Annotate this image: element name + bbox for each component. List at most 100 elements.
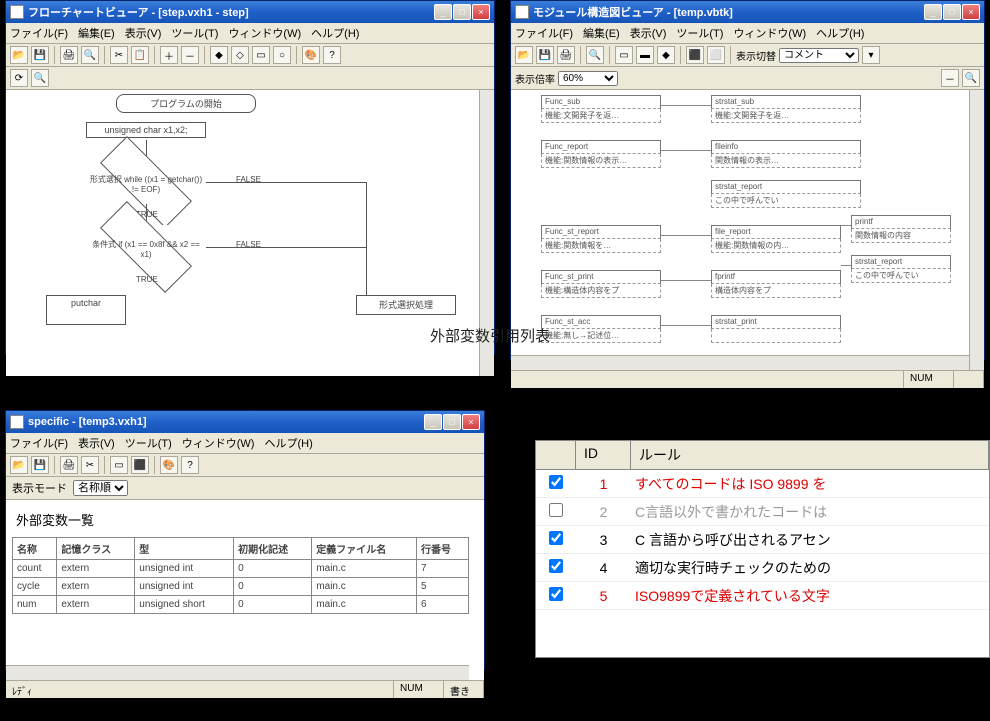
tool-icon[interactable]: ○ [273,46,291,64]
menu-edit[interactable]: 編集(E) [583,25,620,41]
scrollbar-vertical[interactable] [969,90,984,370]
rule-checkbox[interactable] [549,503,563,517]
menu-tools[interactable]: ツール(T) [125,435,172,451]
down-icon[interactable]: ▾ [862,46,880,64]
menu-view[interactable]: 表示(V) [630,25,667,41]
rule-row[interactable]: 3C 言語から呼び出されるアセン [536,526,989,554]
minimize-button[interactable]: _ [424,414,442,430]
find-icon[interactable]: 🔍 [81,46,99,64]
tool-icon[interactable]: ▭ [252,46,270,64]
tool-icon[interactable]: ◇ [231,46,249,64]
flowchart-canvas[interactable]: プログラムの開始 unsigned char x1,x2; 形式選択 while… [6,90,494,376]
col-header[interactable]: 型 [135,538,234,560]
print-icon[interactable]: 🖨 [60,456,78,474]
close-button[interactable]: × [462,414,480,430]
minimize-button[interactable]: _ [924,4,942,20]
rule-checkbox[interactable] [549,531,563,545]
open-icon[interactable]: 📂 [515,46,533,64]
find-icon[interactable]: 🔍 [586,46,604,64]
module-block[interactable]: fileinfo関数情報の表示… [711,140,861,168]
module-block[interactable]: strstat_reportこの中で呼んでい [711,180,861,208]
col-header[interactable]: 名称 [13,538,57,560]
rule-checkbox[interactable] [549,587,563,601]
print-icon[interactable]: 🖨 [557,46,575,64]
maximize-button[interactable]: □ [453,4,471,20]
tool-icon[interactable]: ▭ [615,46,633,64]
menu-tools[interactable]: ツール(T) [676,25,723,41]
menu-file[interactable]: ファイル(F) [515,25,573,41]
close-button[interactable]: × [962,4,980,20]
rule-row[interactable]: 1すべてのコードは ISO 9899 を [536,470,989,498]
scrollbar-horizontal[interactable] [6,665,469,680]
maximize-button[interactable]: □ [943,4,961,20]
menu-view[interactable]: 表示(V) [125,25,162,41]
zoomin-icon[interactable]: 🔍 [962,69,980,87]
menu-view[interactable]: 表示(V) [78,435,115,451]
tool-icon[interactable]: ◆ [657,46,675,64]
cut-icon[interactable]: ✂ [110,46,128,64]
module-canvas[interactable]: Func_sub機能:文開発子を返… strstat_sub機能:文開発子を返… F… [511,90,984,370]
col-header[interactable]: 初期化記述 [234,538,312,560]
menu-window[interactable]: ウィンドウ(W) [733,25,806,41]
save-icon[interactable]: 💾 [536,46,554,64]
col-header[interactable]: 定義ファイル名 [312,538,417,560]
titlebar[interactable]: フローチャートビューア - [step.vxh1 - step] _ □ × [6,1,494,23]
table-row[interactable]: cycleexternunsigned int0main.c5 [13,578,469,596]
maximize-button[interactable]: □ [443,414,461,430]
menu-help[interactable]: ヘルプ(H) [816,25,864,41]
module-block[interactable]: strstat_reportこの中で呼んでい [851,255,951,283]
tool-icon[interactable]: ▬ [636,46,654,64]
col-header[interactable]: 行番号 [416,538,468,560]
zoom-combo[interactable]: 60% [558,71,618,86]
rule-checkbox[interactable] [549,475,563,489]
zoomin-icon[interactable]: ＋ [160,46,178,64]
module-block[interactable]: strstat_print [711,315,841,343]
color-icon[interactable]: 🎨 [302,46,320,64]
module-block[interactable]: file_report機能:関数情報の内… [711,225,841,253]
print-icon[interactable]: 🖨 [60,46,78,64]
tool-icon[interactable]: ✂ [81,456,99,474]
rule-row[interactable]: 4適切な実行時チェックのための [536,554,989,582]
menu-file[interactable]: ファイル(F) [10,435,68,451]
display-combo[interactable]: コメント [779,48,859,63]
open-icon[interactable]: 📂 [10,456,28,474]
zoomout-icon[interactable]: － [181,46,199,64]
menu-file[interactable]: ファイル(F) [10,25,68,41]
titlebar[interactable]: specific - [temp3.vxh1] _ □ × [6,411,484,433]
refresh-icon[interactable]: ⟳ [10,69,28,87]
tool-icon[interactable]: ▭ [110,456,128,474]
menu-help[interactable]: ヘルプ(H) [264,435,312,451]
mode-select[interactable]: 名称順 [73,480,128,496]
menu-window[interactable]: ウィンドウ(W) [182,435,255,451]
open-icon[interactable]: 📂 [10,46,28,64]
module-block[interactable]: Func_st_acc機能:無し→記述位… [541,315,661,343]
rule-row[interactable]: 2C言語以外で書かれたコードは [536,498,989,526]
module-block[interactable]: strstat_sub機能:文開発子を返… [711,95,861,123]
scrollbar-horizontal[interactable] [511,355,969,370]
tool-icon[interactable]: ◆ [210,46,228,64]
menu-window[interactable]: ウィンドウ(W) [228,25,301,41]
table-row[interactable]: countexternunsigned int0main.c7 [13,560,469,578]
close-button[interactable]: × [472,4,490,20]
zoomout-icon[interactable]: － [941,69,959,87]
module-block[interactable]: fprintf構造体内容をプ [711,270,841,298]
help-icon[interactable]: ? [181,456,199,474]
table-row[interactable]: numexternunsigned short0main.c6 [13,596,469,614]
menu-tools[interactable]: ツール(T) [171,25,218,41]
module-block[interactable]: printf関数情報の内容 [851,215,951,243]
tool-icon[interactable]: ⬛ [686,46,704,64]
menu-edit[interactable]: 編集(E) [78,25,115,41]
titlebar[interactable]: モジュール構造図ビューア - [temp.vbtk] _ □ × [511,1,984,23]
save-icon[interactable]: 💾 [31,46,49,64]
copy-icon[interactable]: 📋 [131,46,149,64]
rule-checkbox[interactable] [549,559,563,573]
help-icon[interactable]: ? [323,46,341,64]
color-icon[interactable]: 🎨 [160,456,178,474]
tool-icon[interactable]: ⬜ [707,46,725,64]
module-block[interactable]: Func_report機能:関数情報の表示… [541,140,661,168]
minimize-button[interactable]: _ [434,4,452,20]
save-icon[interactable]: 💾 [31,456,49,474]
tool-icon[interactable]: ⬛ [131,456,149,474]
menu-help[interactable]: ヘルプ(H) [311,25,359,41]
module-block[interactable]: Func_sub機能:文開発子を返… [541,95,661,123]
